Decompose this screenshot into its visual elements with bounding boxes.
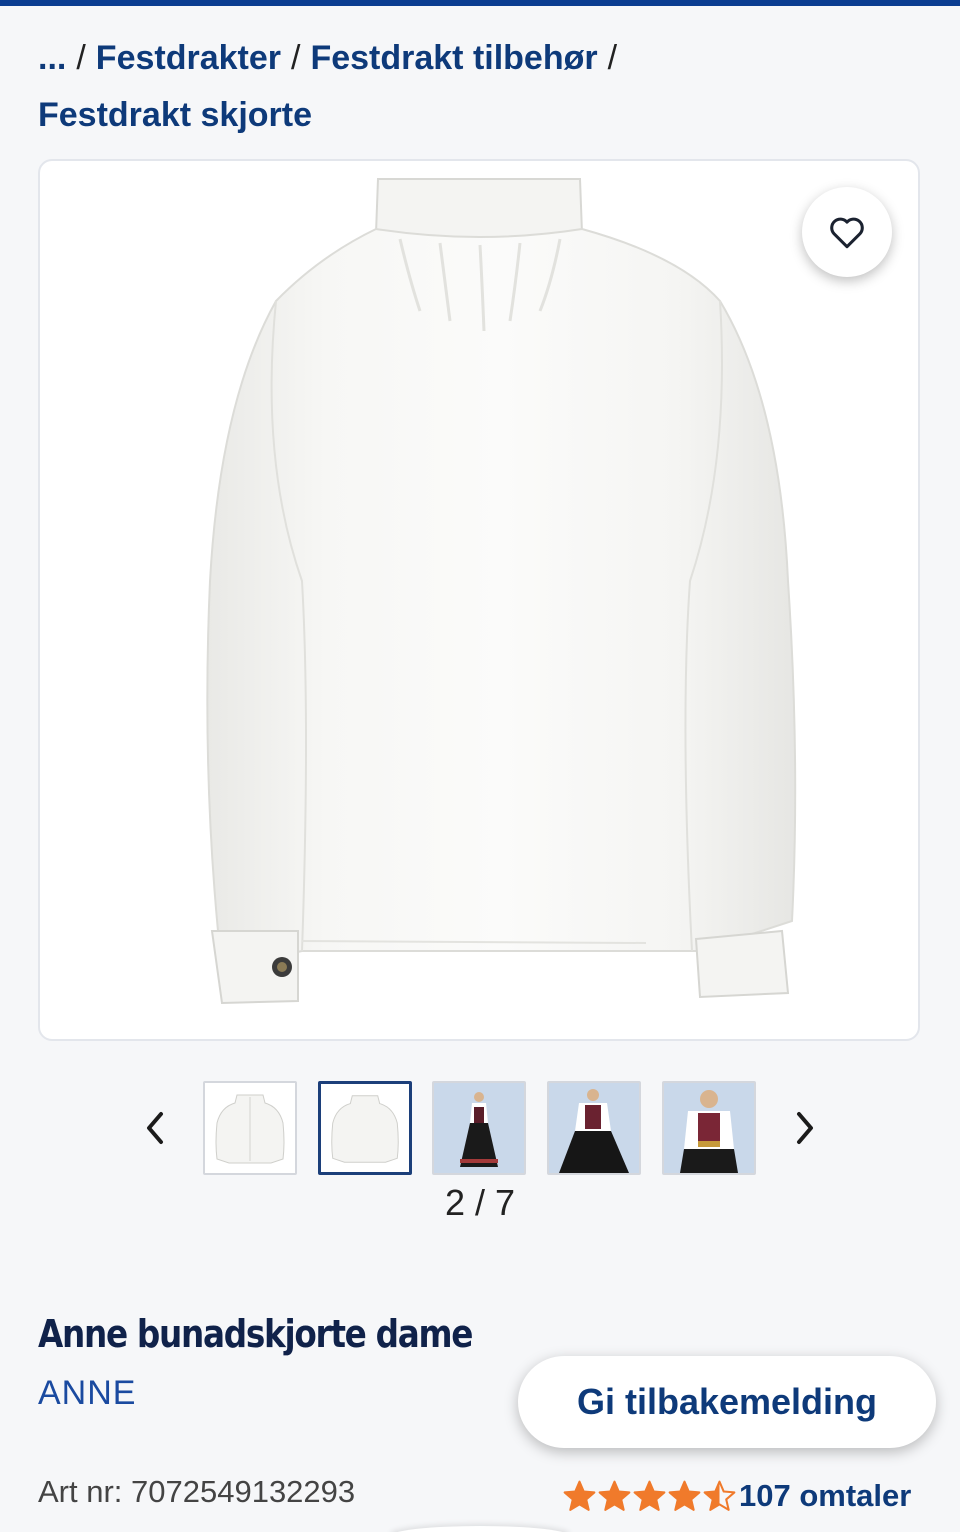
rating-stars xyxy=(562,1479,737,1514)
thumbnail-strip xyxy=(0,1080,960,1176)
breadcrumb-ellipsis[interactable]: ... xyxy=(38,39,66,77)
brand-link[interactable]: ANNE xyxy=(38,1374,136,1413)
heart-icon xyxy=(830,217,864,249)
product-photo xyxy=(206,178,797,1005)
favorite-button[interactable] xyxy=(802,187,892,277)
thumbnail-3[interactable] xyxy=(432,1081,526,1175)
breadcrumb-item-festdrakt-tilbehor[interactable]: Festdrakt tilbehør xyxy=(310,39,597,77)
shirt-back-thumbnail xyxy=(321,1084,409,1172)
review-count-link[interactable]: 107 omtaler xyxy=(739,1478,911,1514)
rating-summary[interactable]: 107 omtaler xyxy=(562,1476,911,1516)
product-title: Anne bunadskjorte dame xyxy=(38,1312,473,1356)
product-image-card[interactable] xyxy=(38,159,920,1041)
star-icon xyxy=(668,1480,701,1511)
bunad-model-thumbnail xyxy=(664,1083,754,1173)
top-accent-bar xyxy=(0,0,960,6)
image-counter: 2 / 7 xyxy=(444,1182,516,1223)
feedback-button[interactable]: Gi tilbakemelding xyxy=(518,1356,936,1448)
chevron-left-icon xyxy=(147,1112,163,1144)
next-image-button[interactable] xyxy=(785,1106,825,1150)
breadcrumb-separator: / xyxy=(607,39,618,77)
thumbnail-5[interactable] xyxy=(662,1081,756,1175)
shirt-front-thumbnail xyxy=(205,1083,295,1173)
thumbnail-2[interactable] xyxy=(318,1081,412,1175)
article-number: Art nr: 7072549132293 xyxy=(38,1474,356,1509)
bunad-model-thumbnail xyxy=(549,1083,639,1173)
bottom-sheet-handle xyxy=(390,1526,570,1532)
breadcrumb: ... / Festdrakter / Festdrakt tilbehør / Festd… xyxy=(38,30,918,144)
breadcrumb-separator: / xyxy=(291,39,301,77)
star-icon xyxy=(598,1480,631,1511)
thumbnail-4[interactable] xyxy=(547,1081,641,1175)
chevron-right-icon xyxy=(797,1112,813,1144)
breadcrumb-item-festdrakt-skjorte[interactable]: Festdrakt skjorte xyxy=(38,96,312,134)
previous-image-button[interactable] xyxy=(135,1106,175,1150)
breadcrumb-separator: / xyxy=(76,39,86,77)
thumbnail-1[interactable] xyxy=(203,1081,297,1175)
star-icon xyxy=(563,1480,596,1511)
breadcrumb-item-festdrakter[interactable]: Festdrakter xyxy=(96,39,281,77)
bunad-model-thumbnail xyxy=(434,1083,524,1173)
star-icon xyxy=(633,1480,666,1511)
star-icon xyxy=(703,1480,736,1511)
